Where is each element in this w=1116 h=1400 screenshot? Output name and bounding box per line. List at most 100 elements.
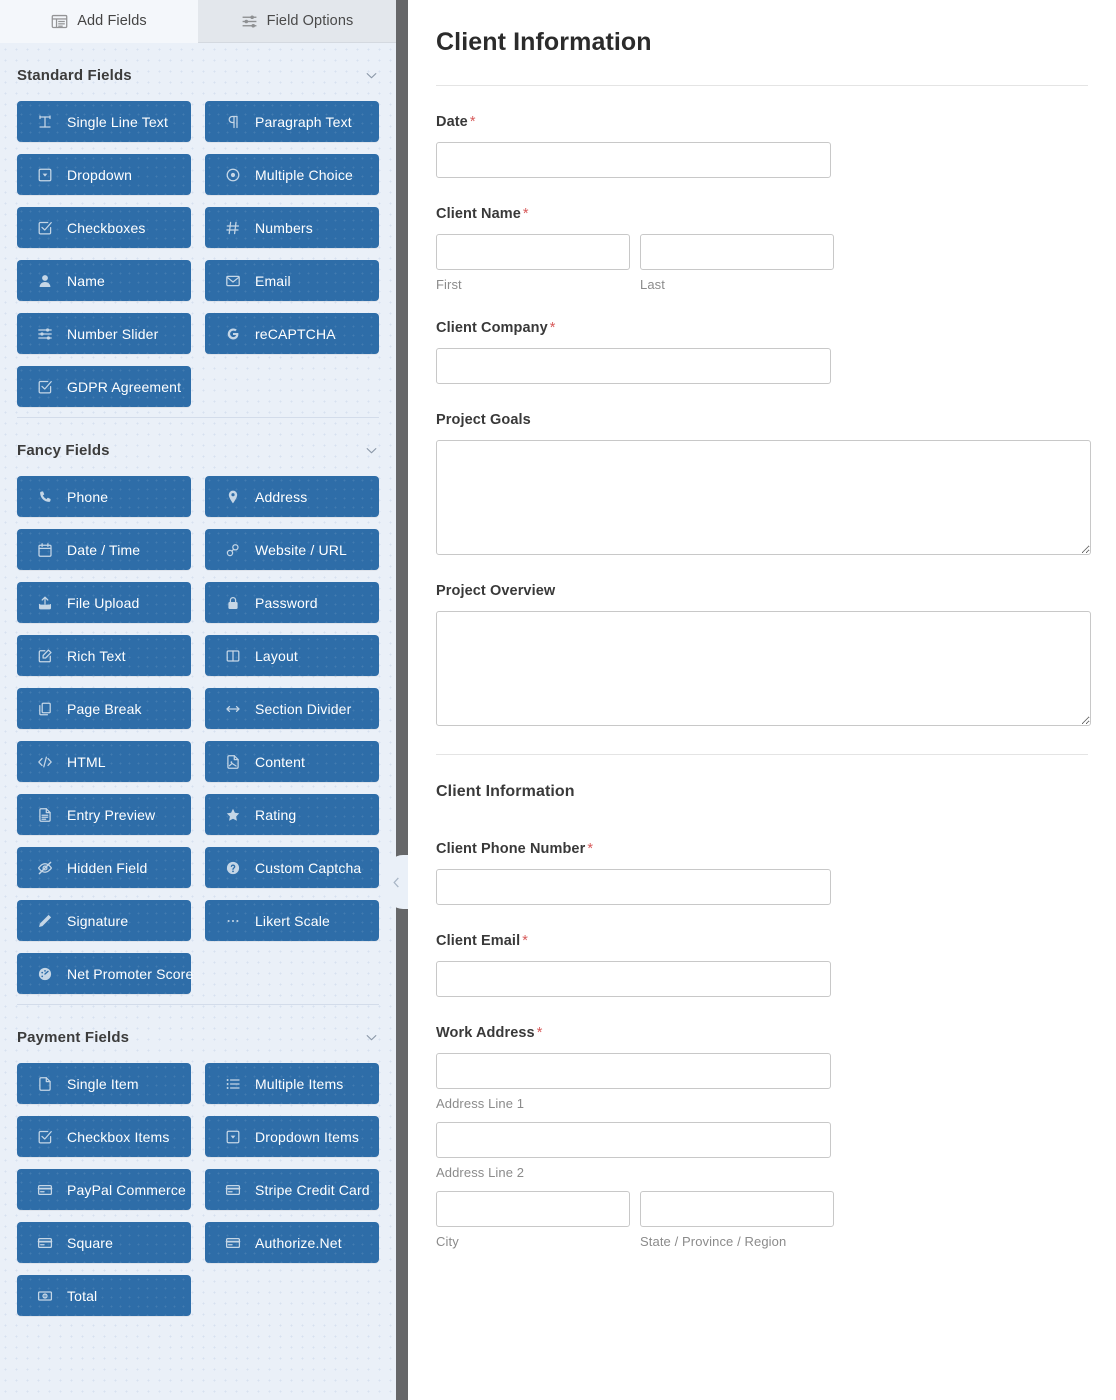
money-bill-icon: [37, 1288, 53, 1304]
field-button-label: reCAPTCHA: [255, 325, 336, 342]
section-divider-line: [17, 417, 379, 418]
image-file-icon: [225, 754, 241, 770]
form-field-work-address: Work Address * Address Line 1 Address Lin…: [436, 1025, 1088, 1249]
field-button-label: Number Slider: [67, 325, 159, 342]
field-button-paragraph-text[interactable]: Paragraph Text: [205, 101, 379, 142]
field-button-net-promoter-score[interactable]: Net Promoter Score: [17, 953, 193, 994]
section-header-payment-fields[interactable]: Payment Fields: [0, 1011, 396, 1063]
field-button-label: Multiple Choice: [255, 166, 353, 183]
field-button-grid: Phone Address Date / Time Website / URL File…: [0, 476, 396, 994]
field-button-rich-text[interactable]: Rich Text: [17, 635, 191, 676]
field-button-checkboxes[interactable]: Checkboxes: [17, 207, 191, 248]
field-button-signature[interactable]: Signature: [17, 900, 191, 941]
envelope-icon: [225, 273, 241, 289]
field-button-custom-captcha[interactable]: Custom Captcha: [205, 847, 379, 888]
field-button-email[interactable]: Email: [205, 260, 379, 301]
section-header-standard-fields[interactable]: Standard Fields: [0, 49, 396, 101]
field-button-content[interactable]: Content: [205, 741, 379, 782]
address-line-2-input[interactable]: [436, 1122, 831, 1158]
client-phone-input[interactable]: [436, 869, 831, 905]
last-name-input[interactable]: [640, 234, 834, 270]
field-button-numbers[interactable]: Numbers: [205, 207, 379, 248]
field-label-client-phone: Client Phone Number *: [436, 841, 1088, 857]
field-button-entry-preview[interactable]: Entry Preview: [17, 794, 191, 835]
field-label-work-address: Work Address *: [436, 1025, 1088, 1041]
field-button-label: Numbers: [255, 219, 313, 236]
field-button-dropdown-items[interactable]: Dropdown Items: [205, 1116, 379, 1157]
chevron-down-icon[interactable]: [364, 68, 379, 83]
field-button-date-time[interactable]: Date / Time: [17, 529, 191, 570]
link-icon: [225, 542, 241, 558]
chevron-left-icon: [393, 876, 399, 888]
field-button-dropdown[interactable]: Dropdown: [17, 154, 191, 195]
check-square-icon: [37, 379, 53, 395]
field-button-label: GDPR Agreement: [67, 378, 182, 395]
field-button-grid: Single Line Text Paragraph Text Dropdown Mu…: [0, 101, 396, 407]
field-button-website-url[interactable]: Website / URL: [205, 529, 379, 570]
field-button-single-item[interactable]: Single Item: [17, 1063, 191, 1104]
field-button-label: Name: [67, 272, 105, 289]
form-field-client-company: Client Company *: [436, 320, 1088, 384]
field-button-label: Authorize.Net: [255, 1234, 342, 1251]
project-overview-textarea[interactable]: [436, 611, 1091, 726]
section-header-fancy-fields[interactable]: Fancy Fields: [0, 424, 396, 476]
city-input[interactable]: [436, 1191, 630, 1227]
field-button-hidden-field[interactable]: Hidden Field: [17, 847, 191, 888]
first-name-input[interactable]: [436, 234, 630, 270]
field-button-label: Custom Captcha: [255, 859, 362, 876]
project-goals-textarea[interactable]: [436, 440, 1091, 555]
chevron-down-icon[interactable]: [364, 1030, 379, 1045]
field-button-paypal-commerce[interactable]: PayPal Commerce: [17, 1169, 191, 1210]
chevron-down-icon[interactable]: [364, 443, 379, 458]
field-button-label: Page Break: [67, 700, 142, 717]
field-button-square[interactable]: Square: [17, 1222, 191, 1263]
field-button-label: Email: [255, 272, 291, 289]
address-city-col: City: [436, 1191, 630, 1249]
star-icon: [225, 807, 241, 823]
field-button-stripe-credit-card[interactable]: Stripe Credit Card: [205, 1169, 379, 1210]
form-field-client-phone: Client Phone Number *: [436, 841, 1088, 905]
client-company-input[interactable]: [436, 348, 831, 384]
field-button-gdpr-agreement[interactable]: GDPR Agreement: [17, 366, 191, 407]
field-button-multiple-items[interactable]: Multiple Items: [205, 1063, 379, 1104]
sidebar-collapse-handle[interactable]: [387, 855, 408, 909]
field-button-multiple-choice[interactable]: Multiple Choice: [205, 154, 379, 195]
state-input[interactable]: [640, 1191, 834, 1227]
tab-add-fields-label: Add Fields: [77, 13, 147, 29]
upload-icon: [37, 595, 53, 611]
field-button-page-break[interactable]: Page Break: [17, 688, 191, 729]
field-button-checkbox-items[interactable]: Checkbox Items: [17, 1116, 191, 1157]
field-button-total[interactable]: Total: [17, 1275, 191, 1316]
panel-resize-divider[interactable]: [387, 0, 408, 1400]
tab-add-fields[interactable]: Add Fields: [0, 0, 198, 43]
tab-field-options[interactable]: Field Options: [198, 0, 396, 43]
dots-icon: [225, 913, 241, 929]
field-button-likert-scale[interactable]: Likert Scale: [205, 900, 379, 941]
sliders-icon: [37, 326, 53, 342]
field-button-single-line-text[interactable]: Single Line Text: [17, 101, 191, 142]
client-email-input[interactable]: [436, 961, 831, 997]
field-label-project-overview: Project Overview: [436, 583, 556, 599]
field-button-address[interactable]: Address: [205, 476, 379, 517]
field-button-name[interactable]: Name: [17, 260, 191, 301]
address-line-2-sublabel: Address Line 2: [436, 1165, 525, 1180]
field-button-html[interactable]: HTML: [17, 741, 191, 782]
required-asterisk: *: [549, 320, 556, 336]
field-button-authorize-net[interactable]: Authorize.Net: [205, 1222, 379, 1263]
field-button-recaptcha[interactable]: reCAPTCHA: [205, 313, 379, 354]
field-button-label: Website / URL: [255, 541, 347, 558]
field-button-file-upload[interactable]: File Upload: [17, 582, 191, 623]
field-button-label: Single Item: [67, 1075, 139, 1092]
field-button-label: File Upload: [67, 594, 140, 611]
field-button-phone[interactable]: Phone: [17, 476, 191, 517]
address-line-1-input[interactable]: [436, 1053, 831, 1089]
field-button-password[interactable]: Password: [205, 582, 379, 623]
field-button-label: Entry Preview: [67, 806, 156, 823]
field-button-number-slider[interactable]: Number Slider: [17, 313, 191, 354]
date-input[interactable]: [436, 142, 831, 178]
field-button-label: Likert Scale: [255, 912, 330, 929]
field-button-section-divider[interactable]: Section Divider: [205, 688, 379, 729]
field-button-layout[interactable]: Layout: [205, 635, 379, 676]
field-button-rating[interactable]: Rating: [205, 794, 379, 835]
field-label-client-phone-text: Client Phone Number: [436, 841, 586, 857]
